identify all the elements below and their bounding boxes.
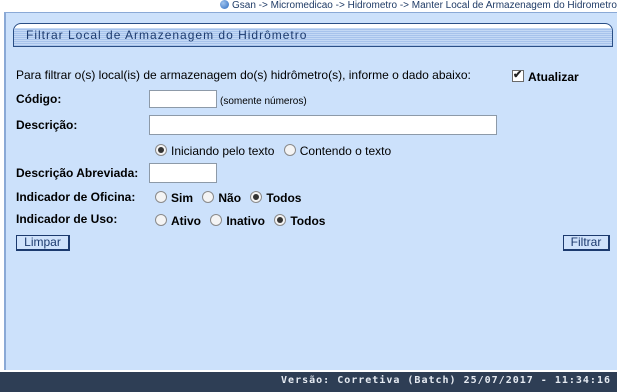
codigo-label: Código: [16, 92, 62, 106]
radio-iniciando[interactable]: Iniciando pelo texto [155, 144, 274, 158]
radio-oficina-todos-circle[interactable] [250, 191, 263, 203]
version-text: Versão: Corretiva (Batch) 25/07/2017 - 1… [281, 375, 611, 386]
atualizar-label: Atualizar [528, 70, 579, 84]
radio-uso-inativo-label: Inativo [226, 214, 266, 228]
descricao-abreviada-label: Descrição Abreviada: [16, 166, 139, 180]
radio-uso-todos-circle[interactable] [274, 214, 287, 226]
radio-contendo[interactable]: Contendo o texto [283, 144, 392, 158]
breadcrumb: Gsan -> Micromedicao -> Hidrometro -> Ma… [0, 0, 617, 12]
filter-panel: Filtrar Local de Armazenagem do Hidrômet… [4, 12, 617, 370]
descricao-abreviada-input[interactable] [149, 163, 217, 183]
radio-oficina-nao[interactable]: Não [202, 191, 241, 205]
radio-uso-ativo[interactable]: Ativo [155, 214, 201, 228]
radio-uso-inativo[interactable]: Inativo [210, 214, 265, 228]
codigo-hint: (somente números) [220, 96, 307, 107]
radio-uso-ativo-label: Ativo [171, 214, 201, 228]
help-icon[interactable] [220, 0, 229, 9]
page-title: Filtrar Local de Armazenagem do Hidrômet… [26, 28, 308, 42]
breadcrumb-text: Gsan -> Micromedicao -> Hidrometro -> Ma… [232, 0, 617, 11]
indicador-uso-label: Indicador de Uso: [16, 212, 118, 226]
radio-contendo-label: Contendo o texto [299, 144, 392, 158]
radio-oficina-sim-label: Sim [171, 191, 194, 205]
descricao-input[interactable] [149, 115, 497, 135]
radio-oficina-sim[interactable]: Sim [155, 191, 193, 205]
radio-iniciando-circle[interactable] [155, 144, 167, 156]
radio-oficina-sim-circle[interactable] [155, 191, 167, 203]
indicador-uso-options: Ativo Inativo Todos [155, 214, 331, 228]
radio-uso-ativo-circle[interactable] [155, 214, 167, 226]
instructions-text: Para filtrar o(s) local(is) de armazenag… [16, 68, 471, 82]
radio-uso-todos[interactable]: Todos [274, 214, 325, 228]
indicador-oficina-label: Indicador de Oficina: [16, 190, 136, 204]
limpar-button[interactable]: Limpar [16, 235, 70, 251]
filtrar-button[interactable]: Filtrar [563, 235, 610, 251]
codigo-input[interactable] [149, 90, 217, 108]
atualizar-checkbox-group[interactable]: Atualizar [512, 68, 579, 84]
radio-oficina-nao-label: Não [218, 191, 242, 205]
radio-oficina-nao-circle[interactable] [202, 191, 215, 203]
indicador-oficina-options: Sim Não Todos [155, 191, 307, 205]
atualizar-checkbox[interactable] [512, 68, 524, 82]
radio-contendo-circle[interactable] [283, 144, 296, 156]
radio-oficina-todos-label: Todos [266, 191, 302, 205]
radio-uso-todos-label: Todos [290, 214, 326, 228]
radio-uso-inativo-circle[interactable] [210, 214, 223, 226]
footer-bar: Versão: Corretiva (Batch) 25/07/2017 - 1… [0, 372, 617, 392]
descricao-match-options: Iniciando pelo texto Contendo o texto [155, 144, 397, 158]
panel-title-bar: Filtrar Local de Armazenagem do Hidrômet… [13, 23, 613, 47]
radio-oficina-todos[interactable]: Todos [250, 191, 301, 205]
radio-iniciando-label: Iniciando pelo texto [171, 144, 275, 158]
descricao-label: Descrição: [16, 118, 78, 132]
